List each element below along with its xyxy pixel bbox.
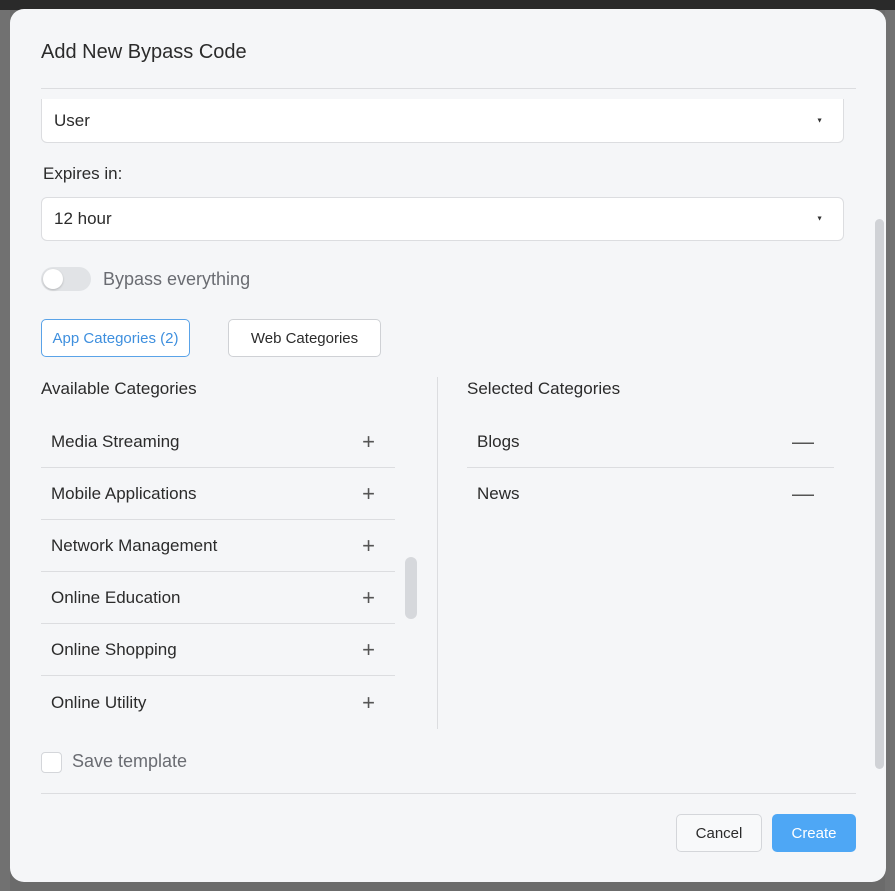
save-template-checkbox[interactable] <box>41 752 62 773</box>
caret-down-icon: ▼ <box>816 117 823 124</box>
available-category-row: Media Streaming + <box>41 416 395 468</box>
category-label: Mobile Applications <box>51 483 197 503</box>
available-category-row: Mobile Applications + <box>41 468 395 520</box>
available-category-row: Network Management + <box>41 520 395 572</box>
category-label: Blogs <box>477 431 520 451</box>
available-category-row: Online Education + <box>41 572 395 624</box>
selected-categories-heading: Selected Categories <box>467 379 621 398</box>
create-button[interactable]: Create <box>772 814 856 852</box>
minus-icon[interactable]: — <box>792 430 814 453</box>
plus-icon[interactable]: + <box>362 586 375 609</box>
plus-icon[interactable]: + <box>362 482 375 505</box>
available-categories-heading: Available Categories <box>41 379 197 398</box>
caret-down-icon: ▼ <box>816 215 823 223</box>
minus-icon[interactable]: — <box>792 483 814 505</box>
plus-icon[interactable]: + <box>362 638 375 661</box>
modal-title: Add New Bypass Code <box>41 41 247 63</box>
backdrop-right-strip <box>885 10 895 891</box>
scope-select-value: User <box>54 110 90 130</box>
available-category-row: Online Utility + <box>41 677 395 729</box>
tab-web-categories[interactable]: Web Categories <box>228 319 381 357</box>
bypass-everything-toggle[interactable] <box>41 267 91 291</box>
plus-icon[interactable]: + <box>362 692 375 714</box>
plus-icon[interactable]: + <box>362 534 375 557</box>
toggle-knob <box>43 269 63 289</box>
title-divider <box>41 88 856 89</box>
selected-category-row: Blogs — <box>467 416 834 468</box>
category-label: Network Management <box>51 535 218 555</box>
modal-scrollbar[interactable] <box>875 219 884 769</box>
add-bypass-code-modal: Add New Bypass Code User ▼ Expires in: 1… <box>10 9 886 882</box>
bypass-everything-label: Bypass everything <box>103 269 251 289</box>
plus-icon[interactable]: + <box>362 430 375 453</box>
backdrop-left-strip <box>0 10 10 891</box>
scope-select[interactable]: User ▼ <box>41 99 844 143</box>
category-label: Online Shopping <box>51 639 177 659</box>
category-label: Online Utility <box>51 693 147 712</box>
category-label: Media Streaming <box>51 431 180 451</box>
category-label: Online Education <box>51 587 181 607</box>
expiry-select[interactable]: 12 hour ▼ <box>41 197 844 241</box>
selected-category-row: News — <box>467 468 834 520</box>
footer-divider <box>41 793 856 794</box>
save-template-label: Save template <box>72 751 188 771</box>
cancel-button[interactable]: Cancel <box>676 814 762 852</box>
expiry-select-value: 12 hour <box>54 209 112 228</box>
category-label: News <box>477 484 520 503</box>
available-list-scrollbar[interactable] <box>405 557 417 619</box>
tab-app-categories[interactable]: App Categories (2) <box>41 319 190 357</box>
expires-label: Expires in: <box>43 164 123 183</box>
column-divider <box>437 377 438 729</box>
available-category-row: Online Shopping + <box>41 624 395 676</box>
